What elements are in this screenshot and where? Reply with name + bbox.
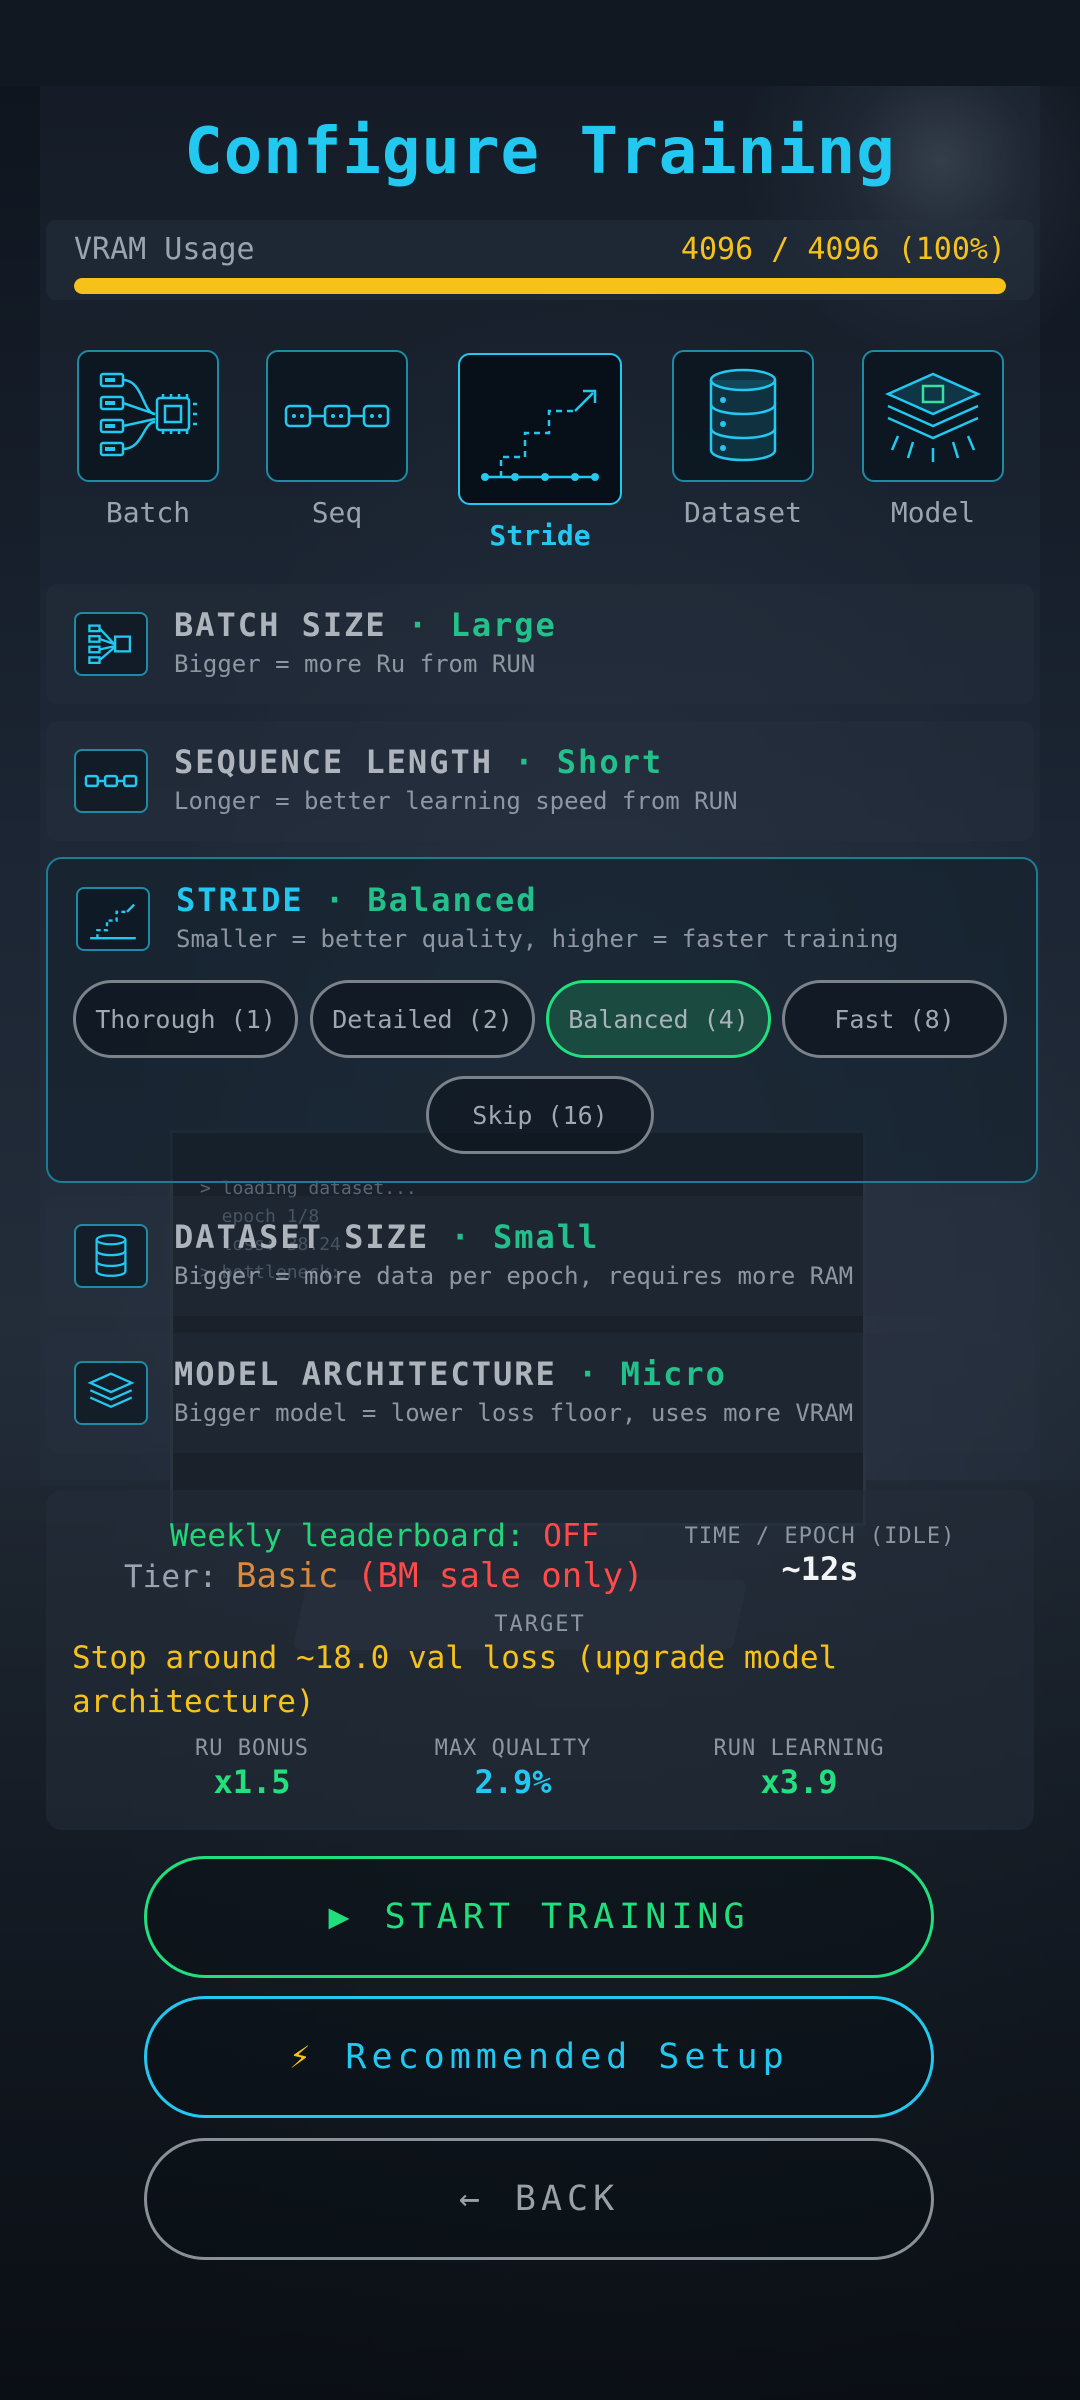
stride-option-skip[interactable]: Skip (16) (426, 1076, 654, 1154)
layers-chip-icon (74, 1361, 148, 1425)
database-icon (672, 350, 814, 482)
tier-status: Tier: Basic (BM sale only) (124, 1556, 644, 1596)
stride-steps-icon (458, 353, 622, 505)
tab-model-label: Model (890, 496, 976, 529)
stat-label: RUN LEARNING (713, 1736, 885, 1761)
stat-value: x3.9 (760, 1763, 838, 1801)
stat-run-learning: RUN LEARNING x3.9 (679, 1736, 919, 1801)
recommended-setup-button[interactable]: ⚡ Recommended Setup (144, 1996, 934, 2118)
stat-ru-bonus: RU BONUS x1.5 (132, 1736, 372, 1801)
stride-description: Smaller = better quality, higher = faste… (176, 925, 899, 953)
dataset-size-title: DATASET SIZE · Small (174, 1218, 600, 1256)
epoch-time-label: TIME / EPOCH (IDLE) (684, 1524, 956, 1549)
target-text: Stop around ~18.0 val loss (upgrade mode… (72, 1640, 838, 1720)
stride-option-thorough[interactable]: Thorough (1) (73, 980, 298, 1058)
start-training-label: START TRAINING (384, 1897, 750, 1937)
tab-model[interactable]: Model (862, 350, 1004, 529)
tab-batch[interactable]: Batch (77, 350, 219, 529)
stride-option-fast[interactable]: Fast (8) (782, 980, 1007, 1058)
layers-chip-icon (862, 350, 1004, 482)
batch-chip-icon (74, 612, 148, 676)
vram-value: 4096 / 4096 (100%) (680, 232, 1006, 267)
vram-progress-bar (74, 278, 1006, 294)
batch-size-title: BATCH SIZE · Large (174, 606, 557, 644)
setting-dataset-size[interactable]: DATASET SIZE · Small Bigger = more data … (46, 1196, 1034, 1316)
setting-batch-size[interactable]: BATCH SIZE · Large Bigger = more Ru from… (46, 584, 1034, 704)
stride-option-detailed[interactable]: Detailed (2) (310, 980, 535, 1058)
back-label: BACK (514, 2179, 620, 2219)
sequence-length-description: Longer = better learning speed from RUN (174, 787, 738, 815)
sequence-chain-icon (74, 749, 148, 813)
leaderboard-status: Weekly leaderboard: OFF (170, 1518, 600, 1554)
tab-seq[interactable]: Seq (266, 350, 408, 529)
stat-label: MAX QUALITY (434, 1736, 592, 1761)
model-architecture-title: MODEL ARCHITECTURE · Micro (174, 1355, 727, 1393)
recommended-setup-label: Recommended Setup (345, 2037, 789, 2077)
stat-value: x1.5 (213, 1763, 291, 1801)
batch-chip-icon (77, 350, 219, 482)
stride-steps-icon (76, 887, 150, 951)
sequence-length-title: SEQUENCE LENGTH · Short (174, 743, 664, 781)
database-icon (74, 1224, 148, 1288)
tab-seq-label: Seq (311, 496, 363, 529)
lightning-icon: ⚡ (289, 2037, 316, 2077)
stride-title: STRIDE · Balanced (176, 881, 538, 919)
tab-dataset[interactable]: Dataset (672, 350, 814, 529)
epoch-time-value: ~12s (781, 1550, 859, 1588)
target-label: TARGET (494, 1612, 586, 1637)
back-button[interactable]: ← BACK (144, 2138, 934, 2260)
setting-sequence-length[interactable]: SEQUENCE LENGTH · Short Longer = better … (46, 721, 1034, 841)
vram-progress-fill (74, 278, 1006, 294)
setting-model-architecture[interactable]: MODEL ARCHITECTURE · Micro Bigger model … (46, 1333, 1034, 1453)
play-icon: ▶ (328, 1897, 355, 1937)
stat-value: 2.9% (474, 1763, 552, 1801)
vram-label: VRAM Usage (74, 232, 255, 267)
sequence-chain-icon (266, 350, 408, 482)
tab-stride[interactable]: Stride (458, 353, 622, 552)
dataset-size-description: Bigger = more data per epoch, requires m… (174, 1262, 854, 1290)
tab-batch-label: Batch (105, 496, 191, 529)
stat-label: RU BONUS (195, 1736, 309, 1761)
page-title: Configure Training (184, 115, 896, 189)
stat-max-quality: MAX QUALITY 2.9% (393, 1736, 633, 1801)
batch-size-description: Bigger = more Ru from RUN (174, 650, 536, 678)
model-architecture-description: Bigger model = lower loss floor, uses mo… (174, 1399, 854, 1427)
back-arrow-icon: ← (458, 2179, 485, 2219)
tab-stride-label: Stride (489, 519, 591, 552)
start-training-button[interactable]: ▶ START TRAINING (144, 1856, 934, 1978)
tab-dataset-label: Dataset (683, 496, 802, 529)
stride-option-balanced[interactable]: Balanced (4) (546, 980, 771, 1058)
